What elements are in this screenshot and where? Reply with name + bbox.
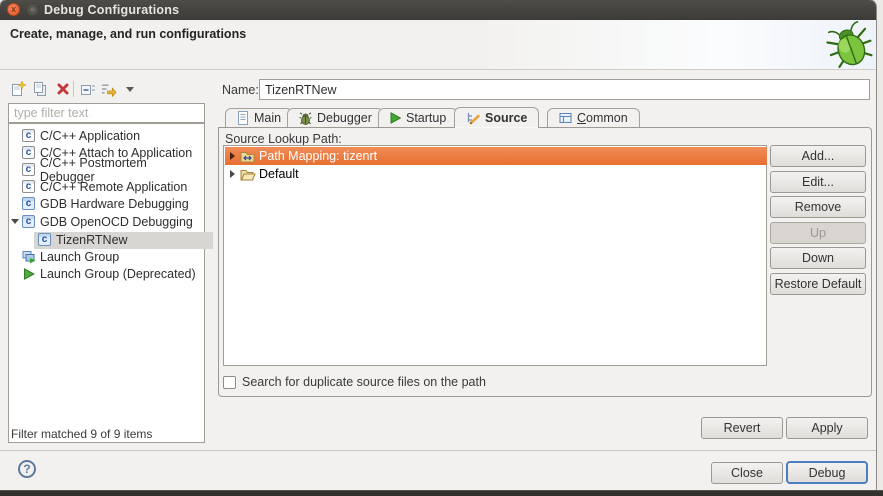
tree-item-label: Launch Group (Deprecated) [40,267,196,281]
tab-debugger[interactable]: Debugger [287,108,384,127]
tab-common-label: Common [577,111,628,125]
tab-source[interactable]: Source [454,107,539,128]
debug-button[interactable]: Debug [786,461,868,484]
c-debug-icon [22,215,35,228]
help-button[interactable]: ? [18,460,36,478]
collapse-all-button[interactable] [79,81,96,97]
titlebar[interactable]: x Debug Configurations [0,0,876,20]
tree-item-label: TizenRTNew [56,233,128,247]
tree-item-launch-group-deprecated[interactable]: Launch Group (Deprecated) [9,265,204,282]
filter-status-label: Filter matched 9 of 9 items [11,427,152,441]
c-application-icon [22,146,35,159]
tree-item-label: GDB OpenOCD Debugging [40,215,193,229]
tree-item-label: GDB Hardware Debugging [40,197,189,211]
tab-source-label: Source [485,111,527,125]
screen-bottom-edge [0,490,883,496]
common-table-icon [559,112,572,124]
remove-button[interactable]: Remove [770,196,866,218]
tab-debugger-label: Debugger [317,111,372,125]
tree-item-gdb-openocd[interactable]: GDB OpenOCD Debugging [9,213,204,230]
checkbox-label: Search for duplicate source files on the… [242,375,486,389]
tab-main-label: Main [254,111,281,125]
close-button[interactable]: Close [711,462,783,484]
collapsed-arrow-icon[interactable] [230,170,235,178]
name-label: Name: [222,83,259,97]
source-lookup-icon [466,112,480,125]
expanded-arrow-icon[interactable] [11,219,19,224]
source-lookup-list: Path Mapping: tizenrt Default [223,145,767,366]
restore-default-button[interactable]: Restore Default [770,273,866,295]
tree-item-gdb-hardware[interactable]: GDB Hardware Debugging [9,195,204,212]
apply-button[interactable]: Apply [786,417,868,439]
list-item-default[interactable]: Default [225,165,767,183]
bug-icon [826,20,874,73]
tab-startup-label: Startup [406,111,446,125]
tab-main[interactable]: Main [225,108,293,127]
tab-common[interactable]: Common [547,108,640,127]
name-input[interactable] [259,79,870,100]
filter-options-button[interactable] [100,81,117,97]
launch-group-icon [22,250,36,264]
default-folder-icon [240,168,256,181]
c-debug-icon [22,197,35,210]
debug-configurations-dialog: x Debug Configurations Create, manage, a… [0,0,883,496]
tree-item-tizenrtnew[interactable]: TizenRTNew [37,231,232,248]
toolbar-dropdown-icon[interactable] [121,81,138,97]
source-lookup-path-label: Source Lookup Path: [225,132,342,146]
header-subtitle: Create, manage, and run configurations [10,27,246,41]
tree-item-label: C/C++ Remote Application [40,180,187,194]
dialog-window: x Debug Configurations Create, manage, a… [0,0,876,490]
edit-button[interactable]: Edit... [770,171,866,193]
startup-run-icon [390,112,401,124]
path-mapping-folder-icon [240,150,255,163]
c-application-icon [22,180,35,193]
c-application-icon [22,129,35,142]
debugger-bug-icon [299,112,312,125]
delete-configuration-button[interactable] [54,81,71,97]
list-item-label: Path Mapping: tizenrt [259,149,377,163]
down-button[interactable]: Down [770,247,866,269]
window-title: Debug Configurations [44,3,179,17]
toolbar-separator [73,81,74,97]
c-application-icon [22,163,35,176]
tree-item-cpp-application[interactable]: C/C++ Application [9,127,204,144]
duplicate-sources-checkbox-row[interactable]: Search for duplicate source files on the… [223,375,486,389]
list-item-label: Default [259,167,299,181]
tree-item-launch-group[interactable]: Launch Group [9,248,204,265]
close-window-icon[interactable]: x [7,3,20,16]
collapsed-arrow-icon[interactable] [230,152,235,160]
checkbox-unchecked[interactable] [223,376,236,389]
tree-item-label: C/C++ Application [40,129,140,143]
tree-item-cpp-postmortem[interactable]: C/C++ Postmortem Debugger [9,161,204,178]
revert-button[interactable]: Revert [701,417,783,439]
footer-divider [0,450,876,451]
header-banner: Create, manage, and run configurations [0,20,876,70]
up-button: Up [770,222,866,244]
duplicate-configuration-button[interactable] [31,81,48,97]
list-item-path-mapping[interactable]: Path Mapping: tizenrt [225,147,767,165]
tree-item-label: Launch Group [40,250,119,264]
add-button[interactable]: Add... [770,145,866,167]
tree-item-cpp-remote[interactable]: C/C++ Remote Application [9,178,204,195]
tab-startup[interactable]: Startup [378,108,458,127]
maximize-window-icon[interactable] [26,3,39,16]
c-debug-icon [38,233,51,246]
new-configuration-button[interactable] [9,81,26,97]
filter-input[interactable] [8,103,205,123]
run-icon [23,268,35,280]
desktop-background-sliver [876,0,883,490]
document-icon [237,111,249,125]
